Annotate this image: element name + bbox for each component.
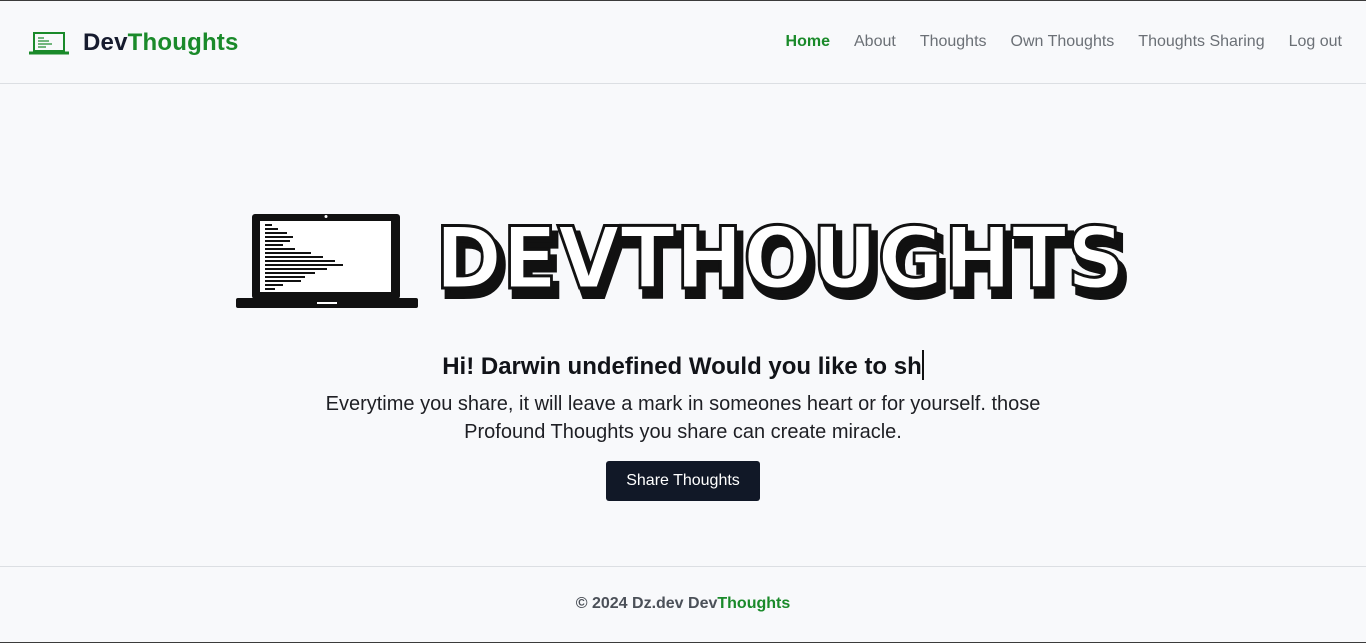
nav-own-thoughts[interactable]: Own Thoughts — [1011, 32, 1115, 52]
nav-about[interactable]: About — [854, 32, 896, 52]
nav-thoughts[interactable]: Thoughts — [920, 32, 987, 52]
footer-brand-accent: Thoughts — [717, 595, 791, 612]
brand-name: DevThoughts — [83, 29, 239, 57]
hero-logo: DEVTHOUGHTS DEVTHOUGHTS — [235, 208, 1135, 320]
nav-log-out[interactable]: Log out — [1289, 32, 1342, 52]
share-thoughts-button[interactable]: Share Thoughts — [606, 461, 760, 501]
brand-name-thoughts: Thoughts — [127, 29, 239, 56]
footer-copyright: © 2024 Dz.dev DevThoughts — [0, 595, 1366, 613]
brand-name-dev: Dev — [83, 29, 128, 56]
hero-subtext: Everytime you share, it will leave a mar… — [325, 393, 1041, 443]
hero-logo-text: DEVTHOUGHTS — [435, 212, 1125, 309]
typing-caret — [921, 350, 924, 380]
footer: © 2024 Dz.dev DevThoughts — [0, 566, 1366, 643]
nav-home[interactable]: Home — [786, 32, 830, 52]
brand-logo-link[interactable]: DevThoughts — [29, 29, 239, 57]
main-nav: Home About Thoughts Own Thoughts Thought… — [762, 32, 1342, 52]
footer-copyright-prefix: © 2024 Dz.dev Dev — [575, 595, 718, 612]
greeting-text: Hi! Darwin undefined Would you like to s… — [442, 353, 922, 380]
greeting-heading: Hi! Darwin undefined Would you like to s… — [0, 350, 1366, 381]
navbar: DevThoughts Home About Thoughts Own Thou… — [0, 1, 1366, 84]
laptop-icon — [29, 32, 69, 55]
laptop-code-icon — [236, 214, 418, 308]
nav-thoughts-sharing[interactable]: Thoughts Sharing — [1138, 32, 1264, 52]
